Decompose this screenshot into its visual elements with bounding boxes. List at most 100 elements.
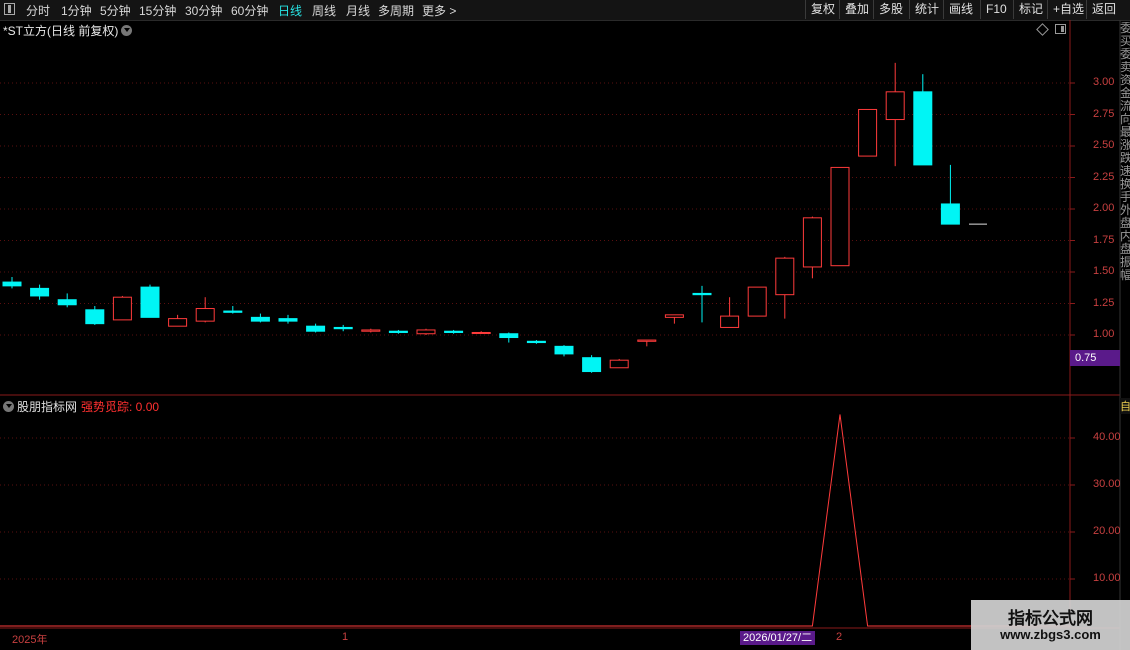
period-tab-30min[interactable]: 30分钟 — [185, 2, 222, 19]
multi-stock-button[interactable]: 多股 — [873, 0, 908, 19]
candle-body — [802, 217, 822, 268]
back-button[interactable]: 返回 — [1086, 0, 1121, 19]
candle — [333, 324, 353, 332]
candle-body — [720, 315, 740, 328]
period-tab-weekly[interactable]: 周线 — [312, 2, 336, 19]
candle-body — [554, 345, 574, 355]
candle-body — [830, 166, 850, 267]
candle-body — [112, 296, 132, 321]
candle — [140, 284, 160, 318]
panel-toggle-icon[interactable] — [1055, 24, 1066, 34]
candle — [747, 286, 767, 317]
candle — [609, 358, 629, 369]
price-tick-label: 2.25 — [1093, 170, 1115, 183]
candle — [720, 297, 740, 328]
candle — [885, 62, 905, 167]
candle — [112, 295, 132, 321]
candle-body — [582, 357, 602, 373]
candle-body — [609, 359, 629, 369]
candle — [499, 332, 519, 343]
period-tab-60min[interactable]: 60分钟 — [231, 2, 268, 19]
candle-body — [388, 330, 408, 333]
candle-body — [747, 286, 767, 317]
candle — [57, 293, 77, 308]
price-tick-label: 2.00 — [1093, 202, 1115, 214]
indicator-series — [0, 414, 1070, 627]
overlay-button[interactable]: 叠加 — [839, 0, 874, 19]
add-watchlist-button[interactable]: +自选 — [1047, 0, 1089, 19]
f10-button[interactable]: F10 — [980, 0, 1012, 19]
current-price-badge: 0.75 — [1070, 350, 1120, 366]
period-tab-fenshi[interactable]: 分时 — [26, 2, 50, 19]
price-tick-label: 3.00 — [1093, 76, 1115, 88]
candle-body — [333, 326, 353, 330]
chevron-down-icon[interactable] — [121, 25, 133, 36]
candle-body — [526, 340, 546, 344]
candle — [830, 166, 850, 267]
candle — [30, 284, 50, 300]
fuquan-button[interactable]: 复权 — [805, 0, 840, 19]
candle — [802, 216, 822, 279]
corner-flag[interactable]: 自 — [1120, 398, 1130, 414]
candle-body — [444, 330, 464, 333]
candle-body — [499, 333, 519, 339]
candle-body — [913, 91, 933, 166]
candle — [913, 74, 933, 166]
period-tab-more[interactable]: 更多 > — [422, 2, 456, 19]
kline-chart[interactable] — [0, 0, 1130, 650]
candle-body — [858, 108, 878, 157]
x-axis-label-month1: 1 — [342, 631, 349, 643]
period-toolbar: 分时 1分钟 5分钟 15分钟 30分钟 60分钟 日线 周线 月线 多周期 更… — [0, 0, 1130, 21]
candle — [637, 339, 657, 347]
stats-button[interactable]: 统计 — [909, 0, 944, 19]
indicator-line — [0, 414, 1070, 627]
mark-button[interactable]: 标记 — [1013, 0, 1048, 19]
grid-lines — [0, 20, 1121, 650]
x-axis-label-year: 2025年 — [12, 634, 48, 646]
period-tab-5min[interactable]: 5分钟 — [100, 2, 131, 19]
price-tick-label: 2.75 — [1093, 107, 1115, 120]
diamond-icon[interactable] — [1036, 23, 1049, 36]
candle — [361, 328, 381, 333]
stock-title: *ST立方(日线 前复权) — [3, 24, 119, 38]
period-tab-daily[interactable]: 日线 — [278, 2, 302, 19]
price-tick-label: 1.00 — [1093, 328, 1115, 340]
candle-body — [140, 286, 160, 318]
candle — [664, 314, 684, 324]
candle — [278, 314, 298, 324]
chart-title: *ST立方(日线 前复权) — [3, 22, 133, 39]
watermark: 指标公式网 www.zbgs3.com — [971, 600, 1130, 650]
candle-body — [2, 281, 22, 287]
candle-body — [250, 316, 270, 322]
candle — [940, 164, 960, 225]
candle — [554, 345, 574, 357]
candle-body — [637, 339, 657, 342]
chevron-down-icon[interactable] — [3, 401, 14, 412]
candle — [858, 108, 878, 157]
candle-body — [223, 310, 243, 313]
menu-icon[interactable] — [4, 3, 15, 15]
candle-body — [306, 325, 326, 332]
candle — [775, 256, 795, 319]
candle — [2, 277, 22, 289]
candle — [306, 323, 326, 333]
indicator-tick-label: 20.00 — [1093, 525, 1121, 537]
price-tick-label: 1.75 — [1093, 233, 1115, 246]
candle — [85, 306, 105, 325]
draw-line-button[interactable]: 画线 — [943, 0, 978, 19]
period-tab-multi[interactable]: 多周期 — [378, 2, 414, 19]
side-vertical-labels[interactable]: 委买委卖资金流向最涨跌速换手外盘内盘振幅 — [1120, 22, 1130, 392]
candle — [471, 331, 491, 334]
candle-body — [361, 329, 381, 332]
indicator-name: 股朋指标网 — [17, 400, 78, 414]
candle — [250, 313, 270, 323]
candle — [195, 297, 215, 323]
indicator-tick-label: 10.00 — [1093, 572, 1121, 584]
candle — [168, 314, 188, 327]
watermark-title: 指标公式网 — [1008, 609, 1093, 628]
candle-body — [692, 292, 712, 296]
chevron-right-icon: > — [446, 4, 457, 18]
period-tab-monthly[interactable]: 月线 — [346, 2, 370, 19]
period-tab-1min[interactable]: 1分钟 — [61, 2, 92, 19]
period-tab-15min[interactable]: 15分钟 — [139, 2, 176, 19]
